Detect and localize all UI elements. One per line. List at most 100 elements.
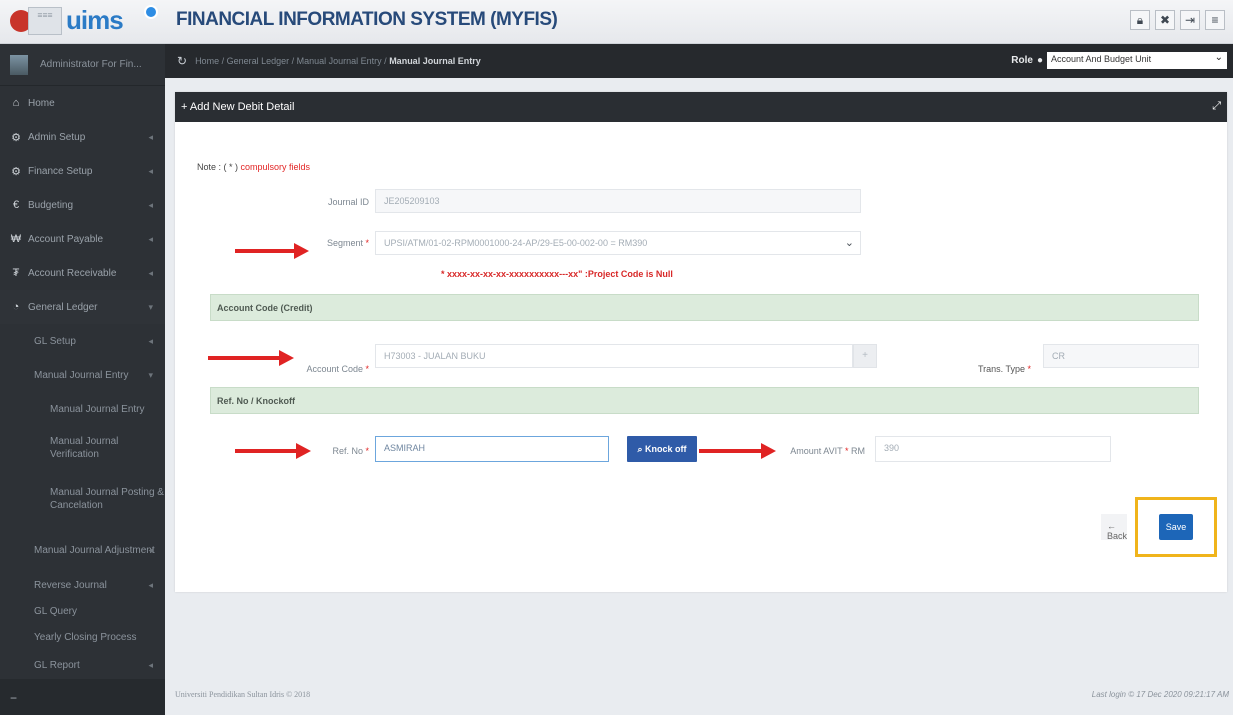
amount-field[interactable]: 390	[875, 436, 1111, 462]
sidebar-item-manual-journal-posting[interactable]: Manual Journal Posting & Cancelation	[0, 470, 165, 528]
breadcrumb-current: Manual Journal Entry	[389, 56, 481, 66]
sidebar-item-label: Account Payable	[28, 233, 104, 245]
account-lookup-button[interactable]: +	[853, 344, 877, 368]
chevron-left-icon: ◂	[148, 659, 153, 670]
globe-icon: ◔	[12, 301, 20, 313]
footer-last-login: Last login © 17 Dec 2020 09:21:17 AM	[1091, 690, 1229, 699]
compulsory-note: Note : ( * ) compulsory fields	[197, 162, 310, 172]
sidebar-item-label: Manual Journal Entry	[34, 369, 129, 381]
amount-unit: RM	[851, 446, 865, 456]
annotation-arrow	[235, 243, 309, 259]
section-ref-knockoff: Ref. No / Knockoff	[210, 387, 1199, 414]
expand-icon[interactable]: ⤢	[1212, 100, 1221, 113]
sidebar-item-label: GL Report	[34, 659, 80, 671]
trans-type-label: Trans. Type *	[935, 364, 1031, 374]
role-select[interactable]: Account And Budget Unit ⌄	[1047, 52, 1227, 69]
journal-id-field[interactable]: JE205209103	[375, 189, 861, 213]
panel-header: + Add New Debit Detail ⤢	[175, 92, 1227, 122]
sidebar-item-home[interactable]: ⌂ Home	[0, 86, 165, 120]
note-prefix: Note : ( * )	[197, 162, 239, 172]
sidebar-item-label: Manual Journal Adjustment	[34, 544, 155, 556]
chevron-down-icon: ▾	[148, 369, 153, 380]
brand-logo[interactable]: uims	[66, 5, 124, 36]
amount-label: Amount AVIT * RM	[775, 446, 865, 456]
back-button[interactable]: ← Back	[1101, 514, 1127, 541]
search-icon: ⌕	[637, 444, 643, 454]
add-debit-panel: + Add New Debit Detail ⤢ Note : ( * ) co…	[175, 92, 1227, 592]
role-selector: Role ● Account And Budget Unit ⌄	[1011, 52, 1227, 69]
sidebar-item-admin-setup[interactable]: ⚙ Admin Setup ◂	[0, 120, 165, 154]
menu-icon[interactable]: ≡	[1205, 10, 1225, 30]
settings-icon[interactable]: ✖	[1155, 10, 1175, 30]
sidebar-item-gl-report[interactable]: GL Report ◂	[0, 650, 165, 680]
annotation-arrow	[208, 350, 294, 366]
sidebar-user[interactable]: Administrator For Fin...	[0, 44, 165, 86]
trans-type-field[interactable]: CR	[1043, 344, 1199, 368]
logout-icon[interactable]: ⇥	[1180, 10, 1200, 30]
save-button[interactable]: Save	[1159, 514, 1193, 540]
role-label: Role	[1011, 55, 1033, 66]
ref-no-label-text: Ref. No	[332, 446, 363, 456]
sidebar-item-label: Manual Journal Posting & Cancelation	[50, 487, 164, 511]
role-value: Account And Budget Unit	[1051, 54, 1152, 64]
chevron-left-icon: ◂	[148, 233, 153, 244]
chevron-left-icon: ◂	[148, 131, 153, 142]
sidebar-item-label: General Ledger	[28, 301, 98, 313]
euro-icon: €	[12, 199, 20, 211]
chevron-left-icon: ◂	[148, 544, 153, 555]
sidebar-item-label: Manual Journal Verification	[50, 436, 119, 460]
chevron-down-icon: ▾	[148, 301, 153, 312]
sidebar-item-manual-journal-verification[interactable]: Manual Journal Verification	[0, 426, 165, 470]
required-marker: *	[362, 364, 369, 374]
role-info-icon: ●	[1036, 55, 1043, 66]
journal-id-label-text: Journal ID	[327, 197, 369, 207]
required-marker: *	[362, 238, 369, 248]
required-marker: *	[362, 446, 369, 456]
sidebar-item-label: GL Setup	[34, 335, 76, 347]
refresh-icon[interactable]: ↻	[177, 54, 187, 68]
chevron-left-icon: ◂	[148, 579, 153, 590]
sidebar-item-account-receivable[interactable]: ₮ Account Receivable ◂	[0, 256, 165, 290]
account-code-label-text: Account Code	[306, 364, 363, 374]
sidebar-item-manual-journal-entry-sub[interactable]: Manual Journal Entry	[0, 392, 165, 426]
sidebar-collapse-toggle[interactable]: −	[0, 679, 165, 715]
sidebar-item-gl-query[interactable]: GL Query	[0, 598, 165, 624]
sidebar-item-label: Home	[28, 97, 55, 109]
breadcrumb-path[interactable]: Home / General Ledger / Manual Journal E…	[195, 56, 387, 66]
sidebar-item-label: GL Query	[34, 605, 77, 617]
section-account-code: Account Code (Credit)	[210, 294, 1199, 321]
gear-icon: ⚙	[11, 165, 21, 178]
pound-icon: ₮	[12, 267, 20, 279]
account-code-field[interactable]: H73003 - JUALAN BUKU	[375, 344, 853, 368]
chevron-left-icon: ◂	[148, 165, 153, 176]
ref-no-input[interactable]: ASMIRAH	[375, 436, 609, 462]
required-marker: *	[842, 446, 851, 456]
sidebar-item-account-payable[interactable]: ₩ Account Payable ◂	[0, 222, 165, 256]
segment-value: UPSI/ATM/01-02-RPM0001000-24-AP/29-E5-00…	[384, 238, 648, 248]
sidebar-item-budgeting[interactable]: € Budgeting ◂	[0, 188, 165, 222]
note-text: compulsory fields	[240, 162, 311, 172]
chevron-left-icon: ◂	[148, 267, 153, 278]
sidebar-item-manual-journal-adjustment[interactable]: Manual Journal Adjustment ◂	[0, 528, 165, 572]
avatar	[10, 54, 28, 75]
sidebar-item-gl-setup[interactable]: GL Setup ◂	[0, 324, 165, 358]
annotation-arrow	[699, 443, 776, 459]
won-icon: ₩	[10, 233, 22, 245]
sidebar-item-yearly-closing[interactable]: Yearly Closing Process	[0, 624, 165, 650]
sidebar-item-general-ledger[interactable]: ◔ General Ledger ▾	[0, 290, 165, 324]
knock-off-button[interactable]: ⌕ Knock off	[627, 436, 697, 462]
sidebar-item-reverse-journal[interactable]: Reverse Journal ◂	[0, 572, 165, 598]
ref-no-label: Ref. No *	[265, 446, 369, 456]
trans-type-label-text: Trans. Type	[977, 364, 1025, 374]
breadcrumb: ↻ Home / General Ledger / Manual Journal…	[165, 44, 1233, 78]
segment-select[interactable]: UPSI/ATM/01-02-RPM0001000-24-AP/29-E5-00…	[375, 231, 861, 255]
sidebar-item-label: Reverse Journal	[34, 579, 107, 591]
sidebar-item-label: Admin Setup	[28, 131, 86, 143]
sidebar-item-label: Yearly Closing Process	[34, 631, 137, 643]
sidebar-item-finance-setup[interactable]: ⚙ Finance Setup ◂	[0, 154, 165, 188]
chevron-down-icon: ⌄	[1214, 52, 1223, 63]
required-marker: *	[1024, 364, 1031, 374]
sidebar-item-manual-journal-entry[interactable]: Manual Journal Entry ▾	[0, 358, 165, 392]
lock-icon[interactable]: 🔒︎	[1130, 10, 1150, 30]
footer-copyright: Universiti Pendidikan Sultan Idris © 201…	[175, 690, 311, 699]
